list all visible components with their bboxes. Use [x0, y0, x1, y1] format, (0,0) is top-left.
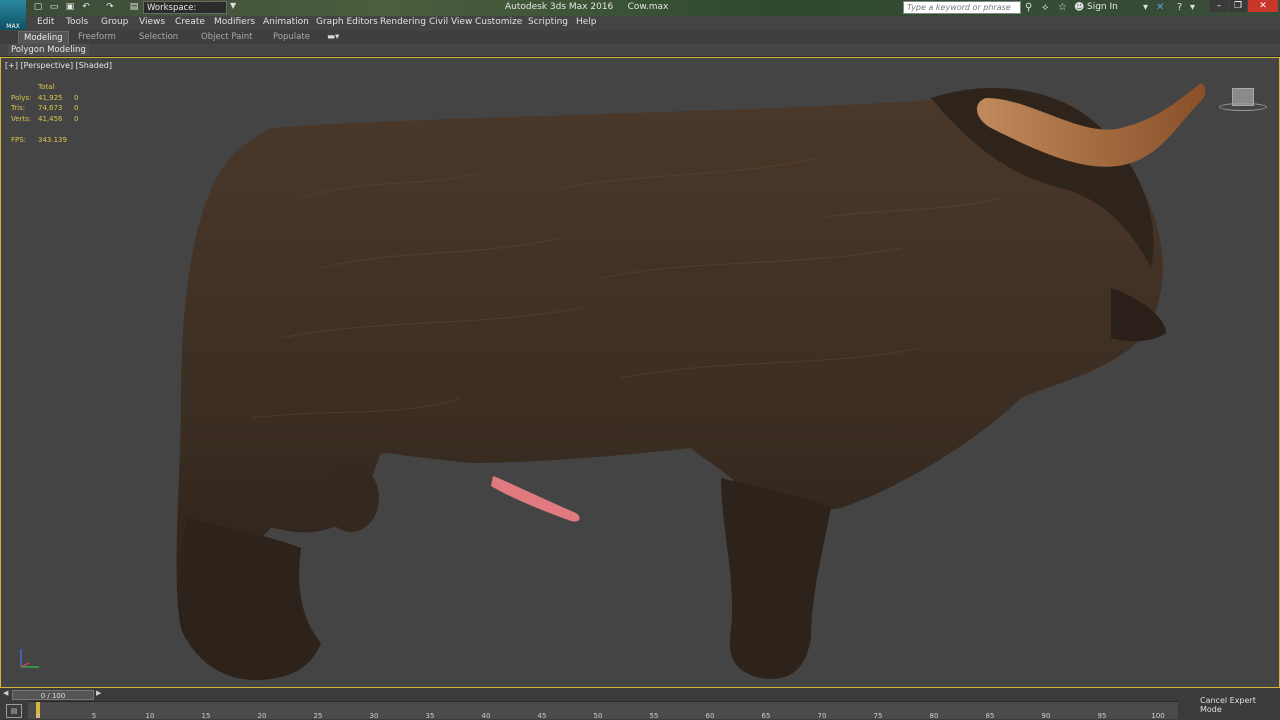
title-bar: MAX ▢ ▭ ▣ ↶ ↷ ▤ Workspace: Default ▼ Aut… [0, 0, 1280, 30]
tick-label: 25 [313, 712, 323, 720]
frame-display: 0 / 100 [40, 692, 66, 700]
menu-views[interactable]: Views [139, 17, 165, 27]
tick-label: 80 [929, 712, 939, 720]
exchange-apps-icon[interactable]: ✕ [1156, 1, 1164, 15]
cow-body [176, 96, 1163, 643]
viewcube-compass[interactable] [1219, 103, 1267, 111]
menu-create[interactable]: Create [175, 17, 205, 27]
save-icon[interactable]: ▣ [64, 2, 76, 13]
tab-populate[interactable]: Populate [268, 31, 315, 43]
ribbon-panel: Polygon Modeling [0, 44, 1280, 57]
menu-edit[interactable]: Edit [37, 17, 54, 27]
chevron-down-icon[interactable]: ▼ [230, 1, 236, 10]
ribbon-options-icon[interactable]: ▬▾ [322, 31, 344, 43]
polygon-modeling-panel[interactable]: Polygon Modeling [8, 44, 89, 56]
search-input[interactable]: Type a keyword or phrase [903, 1, 1021, 14]
menu-graph-editors[interactable]: Graph Editors [316, 17, 378, 27]
tick-label: 45 [537, 712, 547, 720]
minimize-button[interactable]: – [1210, 0, 1228, 12]
binoculars-icon[interactable]: ⚲ [1025, 1, 1032, 15]
tick-label: 0 [35, 712, 41, 720]
project-folder-icon[interactable]: ▤ [128, 2, 140, 13]
cow-tongue [491, 476, 580, 522]
tick-label: 90 [1041, 712, 1051, 720]
tick-label: 40 [481, 712, 491, 720]
redo-icon[interactable]: ↷ [104, 2, 116, 13]
menu-help[interactable]: Help [576, 17, 597, 27]
open-file-icon[interactable]: ▭ [48, 2, 60, 13]
tick-label: 65 [761, 712, 771, 720]
tick-label: 10 [145, 712, 155, 720]
close-button[interactable]: ✕ [1248, 0, 1278, 12]
menu-civil-view[interactable]: Civil View [429, 17, 472, 27]
search-placeholder: Type a keyword or phrase [907, 3, 1011, 12]
tick-label: 60 [705, 712, 715, 720]
favorites-star-icon[interactable]: ☆ [1058, 1, 1067, 15]
menu-customize[interactable]: Customize [475, 17, 522, 27]
timeline-track[interactable]: 0 5 10 15 20 25 30 35 40 45 50 55 60 65 … [28, 701, 1178, 720]
tick-label: 50 [593, 712, 603, 720]
app-title: Autodesk 3ds Max 2016 [505, 2, 614, 12]
tick-label: 30 [369, 712, 379, 720]
menu-tools[interactable]: Tools [66, 17, 88, 27]
menu-animation[interactable]: Animation [263, 17, 309, 27]
time-slider[interactable]: 0 / 100 [12, 690, 94, 700]
tick-label: 55 [649, 712, 659, 720]
prev-frame-icon[interactable]: ◀ [3, 689, 8, 697]
app-menu-button[interactable]: MAX [0, 0, 26, 30]
tick-label: 85 [985, 712, 995, 720]
sign-in-link[interactable]: Sign In [1087, 2, 1118, 12]
cow-belly [323, 464, 379, 532]
user-icon[interactable]: ☻ [1074, 1, 1084, 15]
next-frame-icon[interactable]: ▶ [96, 689, 101, 697]
timeline: ◀ 0 / 100 ▶ ▤ 0 5 10 15 20 25 30 35 40 4… [0, 688, 1280, 720]
chevron-down-icon[interactable]: ▾ [1190, 1, 1195, 15]
ribbon-tabs: Modeling Freeform Selection Object Paint… [0, 31, 1280, 44]
tick-label: 35 [425, 712, 435, 720]
tick-label: 15 [201, 712, 211, 720]
axis-tripod [20, 649, 39, 668]
file-name: Cow.max [627, 2, 669, 12]
menu-modifiers[interactable]: Modifiers [214, 17, 255, 27]
perspective-viewport[interactable]: [+] [Perspective] [Shaded] Total Polys: … [0, 57, 1280, 688]
menu-rendering[interactable]: Rendering [380, 17, 426, 27]
tick-label: 75 [873, 712, 883, 720]
workspace-dropdown[interactable]: Workspace: Default [143, 1, 227, 26]
tick-label: 20 [257, 712, 267, 720]
tab-selection[interactable]: Selection [134, 31, 183, 43]
maximize-button[interactable]: ❐ [1229, 0, 1247, 12]
new-file-icon[interactable]: ▢ [32, 2, 44, 13]
chevron-down-icon[interactable]: ▾ [1143, 1, 1148, 15]
cow-front-leg [721, 478, 831, 679]
menu-scripting[interactable]: Scripting [528, 17, 568, 27]
menu-group[interactable]: Group [101, 17, 128, 27]
menu-bar: Edit Tools Group Views Create Modifiers … [26, 16, 1280, 32]
tick-label: 70 [817, 712, 827, 720]
cow-rear-leg [180, 518, 321, 681]
tab-freeform[interactable]: Freeform [73, 31, 121, 43]
window-title: Autodesk 3ds Max 2016 Cow.max [505, 2, 668, 12]
tab-object-paint[interactable]: Object Paint [196, 31, 257, 43]
cow-model[interactable] [1, 58, 1280, 688]
tick-label: 95 [1097, 712, 1107, 720]
tick-label: 100 [1151, 712, 1165, 720]
app-logo-text: MAX [6, 23, 20, 30]
help-icon[interactable]: ? [1177, 1, 1182, 15]
undo-icon[interactable]: ↶ [80, 2, 92, 13]
mini-curve-editor-icon[interactable]: ▤ [6, 704, 22, 718]
cancel-expert-mode-button[interactable]: Cancel Expert Mode [1200, 696, 1280, 714]
tick-label: 5 [91, 712, 97, 720]
tab-modeling[interactable]: Modeling [18, 31, 69, 44]
communication-center-icon[interactable]: ⟡ [1042, 1, 1049, 15]
